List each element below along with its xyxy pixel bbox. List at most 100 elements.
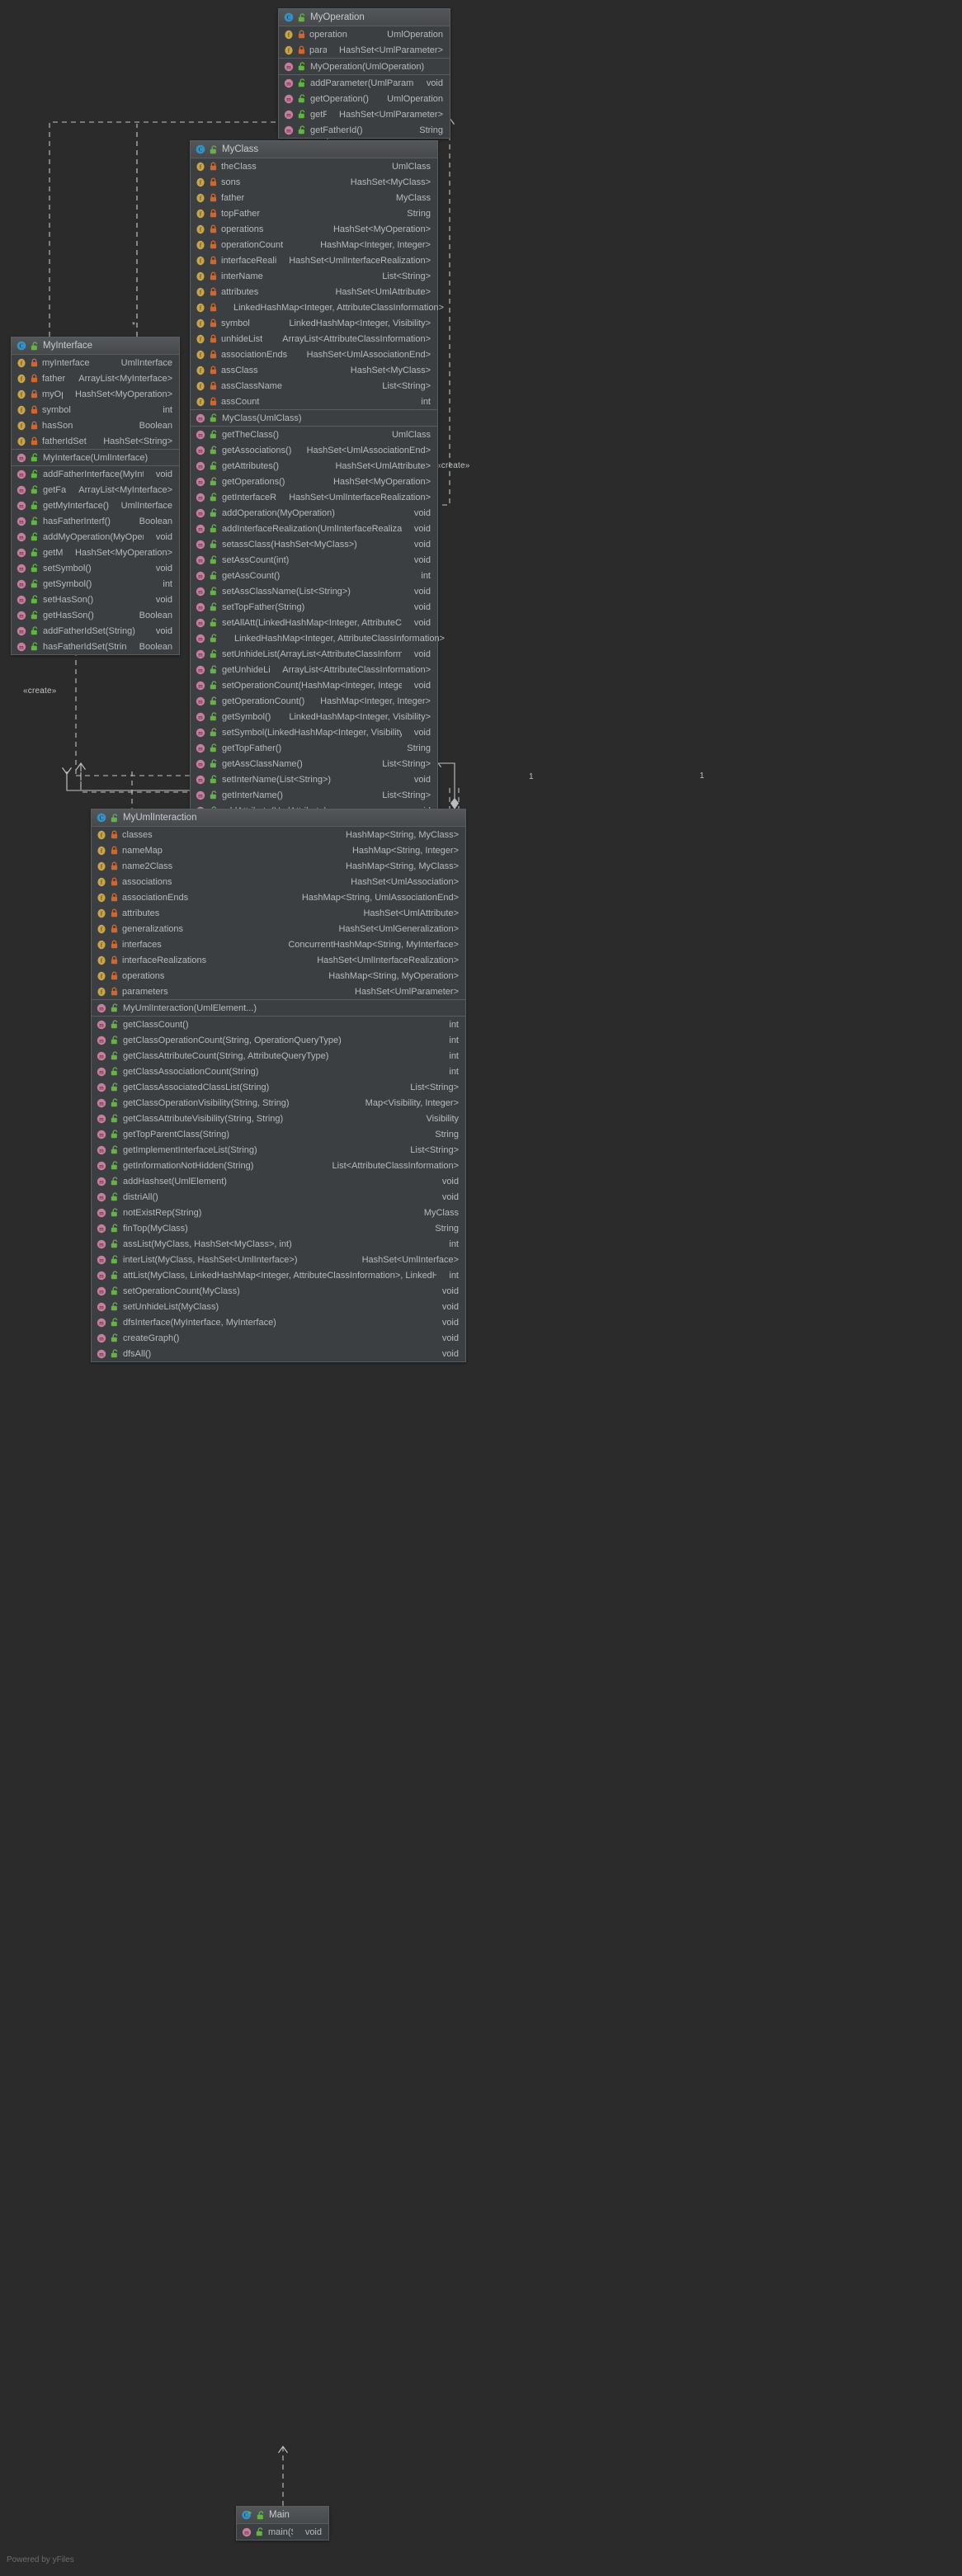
member-row[interactable]: m setassClass(HashSet<MyClass>) void	[191, 536, 437, 552]
member-row[interactable]: m getOperations() HashSet<MyOperation>	[191, 474, 437, 489]
member-row[interactable]: m getInterName() List<String>	[191, 787, 437, 803]
member-row[interactable]: m getFatherId() String	[279, 122, 450, 138]
member-row[interactable]: m addOperation(MyOperation) void	[191, 505, 437, 521]
node-header[interactable]: C MyClass	[191, 141, 437, 158]
member-row[interactable]: m getClassAssociatedClassList(String) List…	[92, 1079, 465, 1095]
member-row[interactable]: m getClassOperationCount(String, Operatio…	[92, 1032, 465, 1048]
member-row[interactable]: m getClassAttributeVisibility(String, Str…	[92, 1111, 465, 1126]
member-row[interactable]: f associationEnds HashSet<UmlAssociationEn…	[191, 347, 437, 362]
member-row[interactable]: m setSymbol() void	[12, 560, 179, 576]
member-row[interactable]: f assClassName List<String>	[191, 378, 437, 394]
member-row[interactable]: mgetAllAtt()LinkedHashMap<Integer, Attri…	[191, 630, 445, 646]
member-row[interactable]: m getClassAssociationCount(String) int	[92, 1064, 465, 1079]
node-header[interactable]: C Main	[237, 2507, 328, 2524]
member-row[interactable]: m setAssClassName(List<String>) void	[191, 583, 437, 599]
member-row[interactable]: f nameMap HashMap<String, Integer>	[92, 842, 465, 858]
member-row[interactable]: m getTopParentClass(String) String	[92, 1126, 465, 1142]
member-row[interactable]: m getClassAttributeCount(String, Attribut…	[92, 1048, 465, 1064]
member-row[interactable]: m MyUmlInteraction(UmlElement...)	[92, 1000, 465, 1016]
member-row[interactable]: f parameters HashSet<UmlParameter>	[92, 984, 465, 999]
member-row[interactable]: f generalizations HashSet<UmlGeneralizatio…	[92, 921, 465, 937]
member-row[interactable]: f interfaces ConcurrentHashMap<String, MyI…	[92, 937, 465, 952]
member-row[interactable]: m dfsAll() void	[92, 1346, 465, 1361]
member-row[interactable]: m getFatherInterface() ArrayList<MyInterfa…	[12, 482, 179, 498]
member-row[interactable]: m setHasSon() void	[12, 592, 179, 607]
member-row[interactable]: m finTop(MyClass) String	[92, 1220, 465, 1236]
member-row[interactable]: m setOperationCount(MyClass) void	[92, 1283, 465, 1299]
member-row[interactable]: f attributes HashSet<UmlAttribute>	[191, 284, 437, 300]
member-row[interactable]: f father MyClass	[191, 190, 437, 205]
member-row[interactable]: f unhideList ArrayList<AttributeClassInfor…	[191, 331, 437, 347]
member-row[interactable]: m getImplementInterfaceList(String) List<S…	[92, 1142, 465, 1158]
member-row[interactable]: m setAssCount(int) void	[191, 552, 437, 568]
member-row[interactable]: m addParameter(UmlParameter) void	[279, 75, 450, 91]
member-row[interactable]: f myOperation HashSet<MyOperation>	[12, 386, 179, 402]
member-row[interactable]: m getSymbol() LinkedHashMap<Integer, Visib…	[191, 709, 437, 724]
member-row[interactable]: m addInterfaceRealization(UmlInterfaceRea…	[191, 521, 437, 536]
member-row[interactable]: f associationEnds HashMap<String, UmlAssoc…	[92, 889, 465, 905]
member-row[interactable]: m distriAll() void	[92, 1189, 465, 1205]
member-row[interactable]: m getInterfaceRealizations() HashSet<UmlIn…	[191, 489, 437, 505]
uml-class-node[interactable]: C MyUmlInteraction f classes HashMap<String,…	[91, 809, 466, 1362]
member-row[interactable]: f interfaceRealizations HashSet<UmlInterfa…	[92, 952, 465, 968]
member-row[interactable]: f assClass HashSet<MyClass>	[191, 362, 437, 378]
node-header[interactable]: C MyInterface	[12, 337, 179, 355]
member-row[interactable]: m addFatherInterface(MyInterface) void	[12, 466, 179, 482]
member-row[interactable]: f myInterface UmlInterface	[12, 355, 179, 370]
member-row[interactable]: m getSymbol() int	[12, 576, 179, 592]
member-row[interactable]: m setSymbol(LinkedHashMap<Integer, Visibi…	[191, 724, 437, 740]
member-row[interactable]: f interfaceRealizations HashSet<UmlInterfa…	[191, 252, 437, 268]
member-row[interactable]: m getParameters() HashSet<UmlParameter>	[279, 106, 450, 122]
member-row[interactable]: f name2Class HashMap<String, MyClass>	[92, 858, 465, 874]
member-row[interactable]: f parameters HashSet<UmlParameter>	[279, 42, 450, 58]
uml-class-node[interactable]: C MyInterface f myInterface UmlInterface f fat…	[11, 337, 180, 655]
member-row[interactable]: f assCount int	[191, 394, 437, 409]
uml-class-node[interactable]: C MyOperation f operation UmlOperation f param…	[278, 8, 450, 139]
member-row[interactable]: m getTopFather() String	[191, 740, 437, 756]
member-row[interactable]: m getAssCount() int	[191, 568, 437, 583]
member-row[interactable]: m MyClass(UmlClass)	[191, 410, 437, 426]
member-row[interactable]: m getInformationNotHidden(String) List<Att…	[92, 1158, 465, 1173]
member-row[interactable]: m attList(MyClass, LinkedHashMap<Integer,…	[92, 1267, 465, 1283]
member-row[interactable]: m setAllAtt(LinkedHashMap<Integer, Attrib…	[191, 615, 437, 630]
member-row[interactable]: f operation UmlOperation	[279, 26, 450, 42]
member-row[interactable]: m getAssociations() HashSet<UmlAssociation…	[191, 442, 437, 458]
member-row[interactable]: f operationCount HashMap<Integer, Integer>	[191, 237, 437, 252]
member-row[interactable]: m addHashset(UmlElement) void	[92, 1173, 465, 1189]
member-row[interactable]: f attributes HashSet<UmlAttribute>	[92, 905, 465, 921]
member-row[interactable]: f symbol int	[12, 402, 179, 418]
member-row[interactable]: f hasSon Boolean	[12, 418, 179, 433]
member-row[interactable]: m notExistRep(String) MyClass	[92, 1205, 465, 1220]
member-row[interactable]: m getOperation() UmlOperation	[279, 91, 450, 106]
member-row[interactable]: m getTheClass() UmlClass	[191, 427, 437, 442]
member-row[interactable]: m dfsInterface(MyInterface, MyInterface) v…	[92, 1314, 465, 1330]
member-row[interactable]: f topFather String	[191, 205, 437, 221]
node-header[interactable]: C MyOperation	[279, 9, 450, 26]
member-row[interactable]: m getClassCount() int	[92, 1017, 465, 1032]
member-row[interactable]: m getMyOperation() HashSet<MyOperation>	[12, 545, 179, 560]
member-row[interactable]: m getOperationCount() HashMap<Integer, Int…	[191, 693, 437, 709]
member-row[interactable]: m interList(MyClass, HashSet<UmlInterface…	[92, 1252, 465, 1267]
member-row[interactable]: fallAttLinkedHashMap<Integer, AttributeC…	[191, 300, 444, 315]
member-row[interactable]: m createGraph() void	[92, 1330, 465, 1346]
member-row[interactable]: m addFatherIdSet(String) void	[12, 623, 179, 639]
member-row[interactable]: m getHasSon() Boolean	[12, 607, 179, 623]
uml-class-node[interactable]: C Main m main(String[]) void	[236, 2506, 329, 2541]
member-row[interactable]: m addMyOperation(MyOperation) void	[12, 529, 179, 545]
member-row[interactable]: f symbol LinkedHashMap<Integer, Visibility…	[191, 315, 437, 331]
member-row[interactable]: m setOperationCount(HashMap<Integer, Inte…	[191, 677, 437, 693]
member-row[interactable]: f classes HashMap<String, MyClass>	[92, 827, 465, 842]
member-row[interactable]: m setUnhideList(ArrayList<AttributeClassI…	[191, 646, 437, 662]
member-row[interactable]: f operations HashMap<String, MyOperation>	[92, 968, 465, 984]
member-row[interactable]: f fatherIdSet HashSet<String>	[12, 433, 179, 449]
member-row[interactable]: m setUnhideList(MyClass) void	[92, 1299, 465, 1314]
member-row[interactable]: f sons HashSet<MyClass>	[191, 174, 437, 190]
member-row[interactable]: m getClassOperationVisibility(String, Str…	[92, 1095, 465, 1111]
member-row[interactable]: m MyInterface(UmlInterface)	[12, 450, 179, 465]
member-row[interactable]: f interName List<String>	[191, 268, 437, 284]
member-row[interactable]: m MyOperation(UmlOperation)	[279, 59, 450, 74]
member-row[interactable]: m hasFatherIdSet(String) Boolean	[12, 639, 179, 654]
member-row[interactable]: m hasFatherInterf() Boolean	[12, 513, 179, 529]
member-row[interactable]: m getAssClassName() List<String>	[191, 756, 437, 771]
member-row[interactable]: m setInterName(List<String>) void	[191, 771, 437, 787]
